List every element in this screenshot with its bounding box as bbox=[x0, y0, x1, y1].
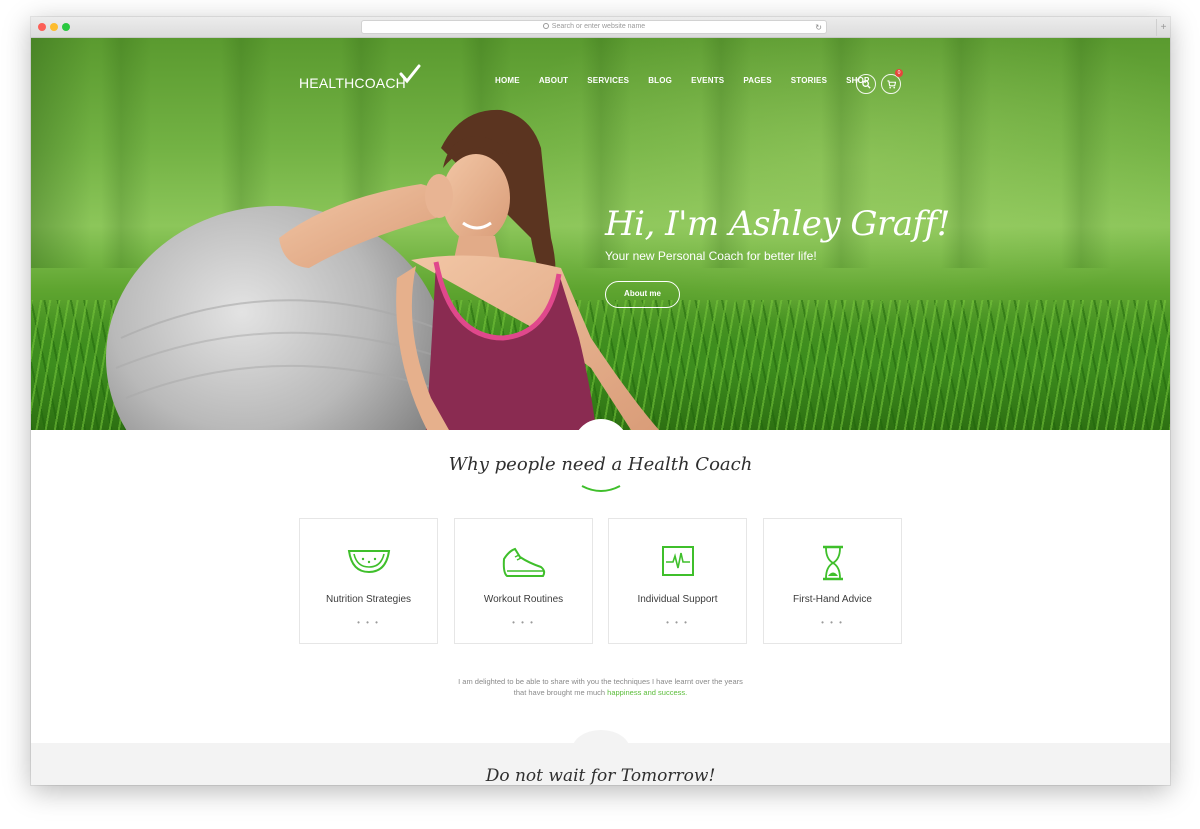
card-more-dots[interactable]: • • • bbox=[455, 618, 592, 627]
section-title-why: Why people need a Health Coach bbox=[448, 454, 753, 475]
close-window-button[interactable] bbox=[38, 23, 46, 31]
browser-window: Search or enter website name ↻ + HEALTHC… bbox=[31, 17, 1170, 785]
service-card-workout[interactable]: Workout Routines • • • bbox=[454, 518, 593, 644]
card-label: First-Hand Advice bbox=[793, 594, 872, 605]
checkmark-logo-icon bbox=[399, 64, 421, 84]
hero-title: Hi, I'm Ashley Graff! bbox=[605, 204, 950, 244]
nav-stories[interactable]: STORIES bbox=[791, 76, 827, 85]
section-title-tomorrow: Do not wait for Tomorrow! bbox=[485, 766, 716, 785]
about-me-button[interactable]: About me bbox=[605, 281, 680, 308]
nav-blog[interactable]: BLOG bbox=[648, 76, 672, 85]
card-more-dots[interactable]: • • • bbox=[609, 618, 746, 627]
card-label: Nutrition Strategies bbox=[325, 594, 412, 605]
intro-line-2: that have brought me much happiness and … bbox=[31, 687, 1170, 698]
search-icon bbox=[861, 79, 871, 89]
address-bar-placeholder: Search or enter website name bbox=[551, 23, 646, 30]
service-card-advice[interactable]: First-Hand Advice • • • bbox=[763, 518, 902, 644]
site-logo-text: HEALTHCOACH bbox=[299, 75, 406, 91]
cart-icon bbox=[886, 79, 896, 88]
site-logo[interactable]: HEALTHCOACH bbox=[299, 64, 421, 91]
nav-home[interactable]: HOME bbox=[495, 76, 520, 85]
minimize-window-button[interactable] bbox=[50, 23, 58, 31]
address-bar[interactable]: Search or enter website name ↻ bbox=[361, 20, 827, 34]
service-card-support[interactable]: Individual Support • • • bbox=[608, 518, 747, 644]
zoom-window-button[interactable] bbox=[62, 23, 70, 31]
watermelon-icon bbox=[347, 550, 390, 574]
intro-line-2-text: that have brought me much bbox=[513, 688, 608, 697]
card-label: Workout Routines bbox=[483, 594, 564, 605]
card-more-dots[interactable]: • • • bbox=[764, 618, 901, 627]
intro-paragraph: I am delighted to be able to share with … bbox=[31, 676, 1170, 698]
intro-line-1: I am delighted to be able to share with … bbox=[458, 677, 743, 686]
nav-services[interactable]: SERVICES bbox=[587, 76, 629, 85]
reload-icon[interactable]: ↻ bbox=[815, 22, 822, 34]
nav-events[interactable]: EVENTS bbox=[691, 76, 724, 85]
cart-count-badge: 0 bbox=[895, 69, 903, 77]
section-notch bbox=[572, 730, 630, 770]
hero-photo-woman-with-exercise-ball bbox=[106, 109, 659, 430]
search-button[interactable] bbox=[856, 74, 876, 94]
hero-section: HEALTHCOACH HOME ABOUT SERVICES BLOG EVE… bbox=[31, 38, 1170, 430]
sneaker-icon bbox=[502, 547, 545, 577]
nav-about[interactable]: ABOUT bbox=[539, 76, 568, 85]
main-navigation: HOME ABOUT SERVICES BLOG EVENTS PAGES ST… bbox=[495, 76, 889, 85]
new-tab-button[interactable]: + bbox=[1156, 19, 1170, 36]
hero-subtitle: Your new Personal Coach for better life! bbox=[605, 249, 817, 263]
cart-button[interactable] bbox=[881, 74, 901, 94]
nav-pages[interactable]: PAGES bbox=[743, 76, 771, 85]
card-label: Individual Support bbox=[637, 594, 718, 605]
card-more-dots[interactable]: • • • bbox=[300, 618, 437, 627]
intro-highlight-link[interactable]: happiness and success. bbox=[607, 688, 687, 697]
heartbeat-monitor-icon bbox=[661, 546, 694, 576]
title-underline-divider bbox=[581, 485, 621, 492]
search-icon bbox=[542, 23, 549, 29]
service-card-nutrition[interactable]: Nutrition Strategies • • • bbox=[299, 518, 438, 644]
browser-toolbar: Search or enter website name ↻ + bbox=[31, 17, 1170, 38]
hourglass-icon bbox=[822, 545, 843, 581]
